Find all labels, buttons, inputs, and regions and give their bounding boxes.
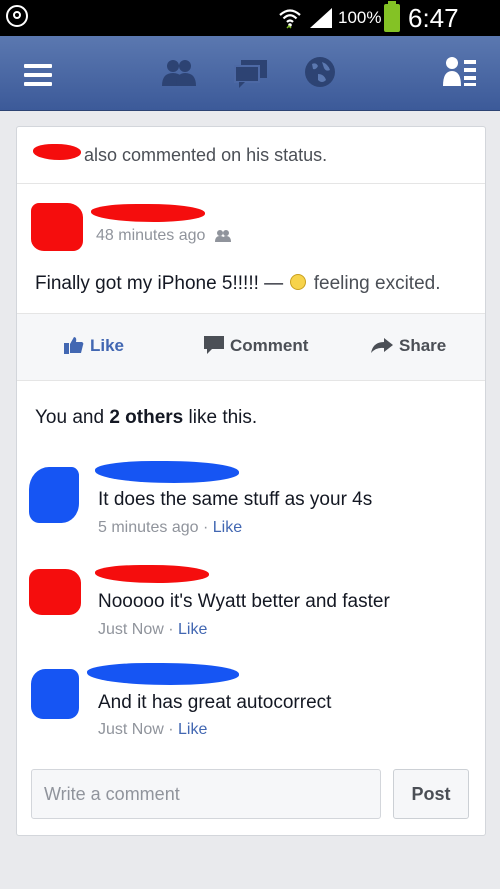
share-arrow-icon — [371, 338, 393, 353]
share-button[interactable]: Share — [371, 336, 446, 356]
post-text: Finally got my iPhone 5!!!!! — — [35, 273, 284, 294]
comment-item: And it has great autocorrect Just Now · … — [17, 663, 485, 753]
author-name[interactable] — [91, 204, 205, 222]
commenter-avatar[interactable] — [29, 467, 79, 523]
likes-others[interactable]: 2 others — [109, 407, 183, 428]
globe-icon[interactable] — [304, 56, 336, 88]
comment-time[interactable]: Just Now — [98, 621, 164, 638]
commenter-name[interactable] — [87, 663, 239, 685]
comment-label: Comment — [230, 336, 309, 355]
comment-text: And it has great autocorrect — [98, 692, 332, 713]
likes-prefix: You and — [35, 407, 105, 428]
comment-like-link[interactable]: Like — [178, 621, 207, 638]
comment-button[interactable]: Comment — [204, 336, 308, 356]
comment-meta: Just Now · Like — [98, 621, 208, 638]
author-avatar[interactable] — [31, 203, 83, 251]
comment-text: Nooooo it's Wyatt better and faster — [98, 591, 390, 612]
signal-icon — [310, 8, 332, 28]
comment-input-placeholder: Write a comment — [44, 784, 180, 804]
comment-like-link[interactable]: Like — [178, 721, 207, 738]
redacted-name — [33, 144, 81, 160]
action-bar: Like Comment Share — [17, 313, 485, 381]
share-label: Share — [399, 336, 447, 355]
wifi-icon — [279, 9, 301, 29]
profile-icon[interactable] — [442, 54, 478, 90]
likes-summary[interactable]: You and 2 others like this. — [35, 407, 257, 429]
messages-icon[interactable] — [233, 58, 269, 88]
commenter-avatar[interactable] — [29, 569, 81, 615]
commenter-name[interactable] — [95, 565, 209, 583]
comment-text: It does the same stuff as your 4s — [98, 489, 373, 510]
app-notification-icon — [6, 5, 28, 27]
excited-emoji-icon — [290, 274, 307, 290]
battery-icon — [384, 1, 400, 32]
commenter-name[interactable] — [95, 461, 239, 483]
friends-audience-icon[interactable] — [215, 229, 231, 243]
story-context: also commented on his status. — [17, 127, 485, 184]
friends-icon[interactable] — [160, 58, 198, 88]
status-bar: 100% 6:47 PM — [0, 0, 500, 64]
thumbs-up-icon — [64, 337, 84, 354]
comment-icon — [204, 336, 224, 354]
comment-meta: 5 minutes ago · Like — [98, 519, 243, 536]
top-navbar — [0, 36, 500, 111]
comment-like-link[interactable]: Like — [213, 519, 242, 536]
commenter-avatar[interactable] — [31, 669, 79, 719]
battery-percent: 100% — [338, 8, 382, 27]
post-timestamp[interactable]: 48 minutes ago — [96, 227, 205, 245]
comment-time[interactable]: Just Now — [98, 721, 164, 738]
story-card: also commented on his status. 48 minutes… — [16, 126, 486, 836]
context-text: also commented on his status. — [84, 145, 328, 165]
comment-item: Nooooo it's Wyatt better and faster Just… — [17, 565, 485, 655]
comment-item: It does the same stuff as your 4s 5 minu… — [17, 461, 485, 551]
menu-icon[interactable] — [24, 64, 52, 86]
like-label: Like — [90, 336, 125, 355]
post-body: Finally got my iPhone 5!!!!! — feeling e… — [35, 273, 440, 295]
comment-time[interactable]: 5 minutes ago — [98, 519, 199, 536]
comment-meta: Just Now · Like — [98, 721, 208, 738]
feeling-text[interactable]: feeling excited. — [314, 273, 441, 294]
likes-suffix: like this. — [188, 407, 258, 428]
like-button[interactable]: Like — [64, 336, 124, 356]
post-button[interactable]: Post — [393, 769, 469, 819]
comment-input[interactable]: Write a comment — [31, 769, 381, 819]
